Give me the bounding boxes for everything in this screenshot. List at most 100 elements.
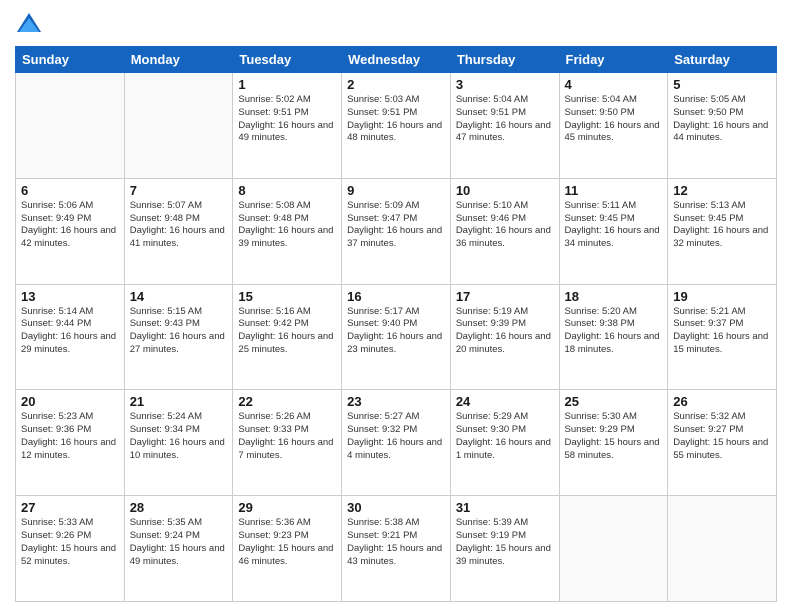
day-info: Sunrise: 5:39 AM Sunset: 9:19 PM Dayligh… [456,517,554,568]
day-info: Sunrise: 5:13 AM Sunset: 9:45 PM Dayligh… [673,200,771,251]
calendar-cell: 24Sunrise: 5:29 AM Sunset: 9:30 PM Dayli… [450,390,559,496]
calendar-cell: 9 Sunrise: 5:09 AM Sunset: 9:47 PM Daylig… [342,178,451,284]
logo-icon [15,10,43,38]
calendar-cell [668,496,777,602]
calendar-cell: 6Sunrise: 5:06 AM Sunset: 9:49 PM Daylig… [16,178,125,284]
day-info: Sunrise: 5:19 AM Sunset: 9:39 PM Dayligh… [456,306,554,357]
day-info: Sunrise: 5:16 AM Sunset: 9:42 PM Dayligh… [238,306,336,357]
calendar-cell: 21 Sunrise: 5:24 AM Sunset: 9:34 PM Dayli… [124,390,233,496]
calendar-cell: 25 Sunrise: 5:30 AM Sunset: 9:29 PM Dayli… [559,390,668,496]
calendar-cell: 20 Sunrise: 5:23 AM Sunset: 9:36 PM Dayli… [16,390,125,496]
day-number: 14 [130,289,228,304]
calendar-day-header: Saturday [668,47,777,73]
calendar-cell: 17 Sunrise: 5:19 AM Sunset: 9:39 PM Dayli… [450,284,559,390]
calendar-cell: 2 Sunrise: 5:03 AM Sunset: 9:51 PM Daylig… [342,73,451,179]
day-info: Sunrise: 5:10 AM Sunset: 9:46 PM Dayligh… [456,200,554,251]
calendar-cell: 19 Sunrise: 5:21 AM Sunset: 9:37 PM Dayli… [668,284,777,390]
day-number: 13 [21,289,119,304]
day-info: Sunrise: 5:30 AM Sunset: 9:29 PM Dayligh… [565,411,663,462]
calendar-cell: 10 Sunrise: 5:10 AM Sunset: 9:46 PM Dayli… [450,178,559,284]
day-number: 29 [238,500,336,515]
calendar-cell: 22Sunrise: 5:26 AM Sunset: 9:33 PM Dayli… [233,390,342,496]
calendar-cell: 15 Sunrise: 5:16 AM Sunset: 9:42 PM Dayli… [233,284,342,390]
calendar-week-row: 6Sunrise: 5:06 AM Sunset: 9:49 PM Daylig… [16,178,777,284]
day-number: 27 [21,500,119,515]
day-number: 10 [456,183,554,198]
calendar-day-header: Wednesday [342,47,451,73]
day-number: 1 [238,77,336,92]
calendar-day-header: Thursday [450,47,559,73]
day-info: Sunrise: 5:02 AM Sunset: 9:51 PM Dayligh… [238,94,336,145]
day-info: Sunrise: 5:08 AM Sunset: 9:48 PM Dayligh… [238,200,336,251]
day-info: Sunrise: 5:15 AM Sunset: 9:43 PM Dayligh… [130,306,228,357]
day-number: 20 [21,394,119,409]
calendar-week-row: 1 Sunrise: 5:02 AM Sunset: 9:51 PM Daylig… [16,73,777,179]
calendar-cell: 26 Sunrise: 5:32 AM Sunset: 9:27 PM Dayli… [668,390,777,496]
day-info: Sunrise: 5:24 AM Sunset: 9:34 PM Dayligh… [130,411,228,462]
calendar-cell: 3Sunrise: 5:04 AM Sunset: 9:51 PM Daylig… [450,73,559,179]
day-number: 26 [673,394,771,409]
logo [15,10,45,38]
day-number: 15 [238,289,336,304]
header [15,10,777,38]
day-info: Sunrise: 5:03 AM Sunset: 9:51 PM Dayligh… [347,94,445,145]
day-number: 18 [565,289,663,304]
page: SundayMondayTuesdayWednesdayThursdayFrid… [0,0,792,612]
day-number: 25 [565,394,663,409]
day-number: 19 [673,289,771,304]
day-number: 8 [238,183,336,198]
day-info: Sunrise: 5:26 AM Sunset: 9:33 PM Dayligh… [238,411,336,462]
day-number: 17 [456,289,554,304]
calendar-cell: 8 Sunrise: 5:08 AM Sunset: 9:48 PM Daylig… [233,178,342,284]
calendar-cell: 18 Sunrise: 5:20 AM Sunset: 9:38 PM Dayli… [559,284,668,390]
day-info: Sunrise: 5:21 AM Sunset: 9:37 PM Dayligh… [673,306,771,357]
day-info: Sunrise: 5:33 AM Sunset: 9:26 PM Dayligh… [21,517,119,568]
day-number: 9 [347,183,445,198]
day-info: Sunrise: 5:04 AM Sunset: 9:50 PM Dayligh… [565,94,663,145]
day-info: Sunrise: 5:36 AM Sunset: 9:23 PM Dayligh… [238,517,336,568]
calendar-day-header: Friday [559,47,668,73]
day-number: 24 [456,394,554,409]
calendar-cell: 13 Sunrise: 5:14 AM Sunset: 9:44 PM Dayli… [16,284,125,390]
day-number: 21 [130,394,228,409]
day-info: Sunrise: 5:11 AM Sunset: 9:45 PM Dayligh… [565,200,663,251]
day-info: Sunrise: 5:06 AM Sunset: 9:49 PM Dayligh… [21,200,119,251]
day-number: 31 [456,500,554,515]
day-info: Sunrise: 5:09 AM Sunset: 9:47 PM Dayligh… [347,200,445,251]
day-info: Sunrise: 5:17 AM Sunset: 9:40 PM Dayligh… [347,306,445,357]
day-number: 16 [347,289,445,304]
calendar-header-row: SundayMondayTuesdayWednesdayThursdayFrid… [16,47,777,73]
day-number: 23 [347,394,445,409]
day-info: Sunrise: 5:23 AM Sunset: 9:36 PM Dayligh… [21,411,119,462]
calendar-cell: 14 Sunrise: 5:15 AM Sunset: 9:43 PM Dayli… [124,284,233,390]
calendar-cell: 7Sunrise: 5:07 AM Sunset: 9:48 PM Daylig… [124,178,233,284]
calendar-table: SundayMondayTuesdayWednesdayThursdayFrid… [15,46,777,602]
day-number: 30 [347,500,445,515]
day-info: Sunrise: 5:35 AM Sunset: 9:24 PM Dayligh… [130,517,228,568]
day-number: 11 [565,183,663,198]
calendar-cell: 27 Sunrise: 5:33 AM Sunset: 9:26 PM Dayli… [16,496,125,602]
calendar-day-header: Tuesday [233,47,342,73]
day-info: Sunrise: 5:04 AM Sunset: 9:51 PM Dayligh… [456,94,554,145]
day-info: Sunrise: 5:32 AM Sunset: 9:27 PM Dayligh… [673,411,771,462]
calendar-cell: 12Sunrise: 5:13 AM Sunset: 9:45 PM Dayli… [668,178,777,284]
calendar-cell: 29 Sunrise: 5:36 AM Sunset: 9:23 PM Dayli… [233,496,342,602]
calendar-cell: 31 Sunrise: 5:39 AM Sunset: 9:19 PM Dayli… [450,496,559,602]
calendar-cell: 11 Sunrise: 5:11 AM Sunset: 9:45 PM Dayli… [559,178,668,284]
calendar-cell: 4Sunrise: 5:04 AM Sunset: 9:50 PM Daylig… [559,73,668,179]
calendar-cell: 23Sunrise: 5:27 AM Sunset: 9:32 PM Dayli… [342,390,451,496]
day-info: Sunrise: 5:38 AM Sunset: 9:21 PM Dayligh… [347,517,445,568]
day-number: 2 [347,77,445,92]
day-info: Sunrise: 5:20 AM Sunset: 9:38 PM Dayligh… [565,306,663,357]
day-info: Sunrise: 5:07 AM Sunset: 9:48 PM Dayligh… [130,200,228,251]
calendar-week-row: 20 Sunrise: 5:23 AM Sunset: 9:36 PM Dayli… [16,390,777,496]
calendar-day-header: Sunday [16,47,125,73]
day-number: 28 [130,500,228,515]
day-info: Sunrise: 5:14 AM Sunset: 9:44 PM Dayligh… [21,306,119,357]
day-info: Sunrise: 5:05 AM Sunset: 9:50 PM Dayligh… [673,94,771,145]
calendar-cell: 30 Sunrise: 5:38 AM Sunset: 9:21 PM Dayli… [342,496,451,602]
calendar-cell: 16 Sunrise: 5:17 AM Sunset: 9:40 PM Dayli… [342,284,451,390]
calendar-cell: 28 Sunrise: 5:35 AM Sunset: 9:24 PM Dayli… [124,496,233,602]
day-number: 5 [673,77,771,92]
calendar-week-row: 27 Sunrise: 5:33 AM Sunset: 9:26 PM Dayli… [16,496,777,602]
